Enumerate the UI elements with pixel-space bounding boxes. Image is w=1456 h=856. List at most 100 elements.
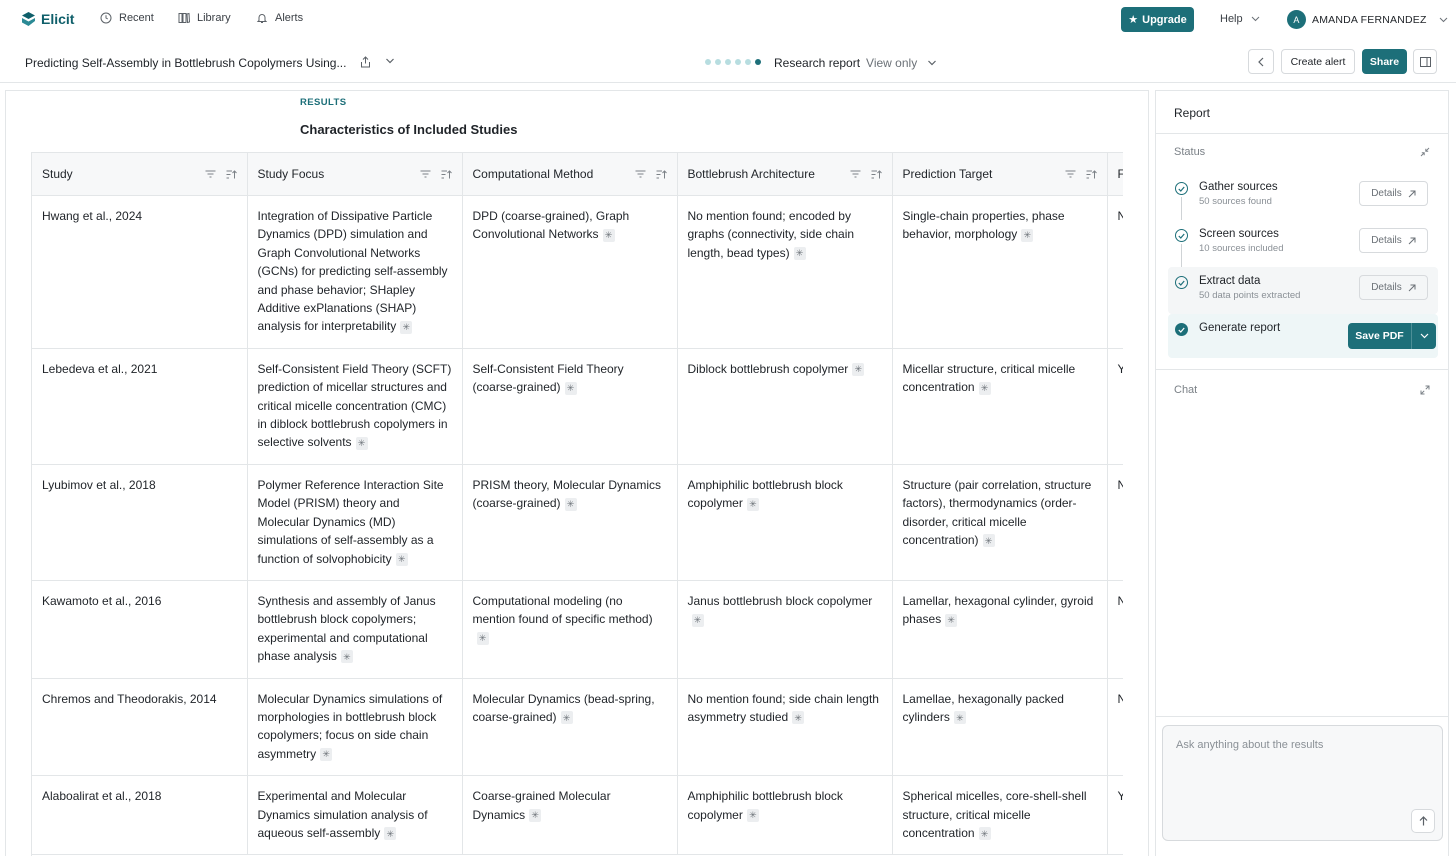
column-header-study[interactable]: Study	[32, 152, 248, 196]
details-button[interactable]: Details	[1359, 275, 1428, 300]
help-menu[interactable]: Help	[1220, 13, 1260, 25]
table-row[interactable]: Hwang et al., 2024 Integration of Dissip…	[32, 195, 1124, 349]
citation-icon[interactable]: ✳	[978, 381, 991, 395]
citation-icon[interactable]: ✳	[355, 436, 368, 450]
export-icon[interactable]	[360, 56, 371, 68]
citation-icon[interactable]: ✳	[746, 497, 759, 511]
cell-focus: Molecular Dynamics simulations of morpho…	[247, 678, 463, 777]
citation-icon[interactable]: ✳	[320, 748, 333, 762]
cell-study: Chremos and Theodorakis, 2014	[32, 678, 248, 777]
sort-icon[interactable]	[226, 169, 237, 179]
sort-icon[interactable]	[441, 169, 452, 179]
column-header-study-focus[interactable]: Study Focus	[247, 152, 463, 196]
citation-icon[interactable]: ✳	[529, 808, 542, 822]
results-panel: RESULTS Characteristics of Included Stud…	[5, 90, 1149, 856]
divider	[1156, 716, 1448, 717]
citation-icon[interactable]: ✳	[945, 613, 958, 627]
chat-input[interactable]: Ask anything about the results	[1162, 725, 1443, 841]
cell-target: Single-chain properties, phase behavior,…	[892, 195, 1108, 349]
column-header-computational-method[interactable]: Computational Method	[462, 152, 678, 196]
document-toolbar: Predicting Self-Assembly in Bottlebrush …	[0, 42, 1456, 83]
column-label: Prediction Target	[902, 167, 993, 181]
citation-icon[interactable]: ✳	[691, 613, 704, 627]
back-button[interactable]	[1248, 49, 1274, 74]
cell-text: N	[1118, 209, 1124, 223]
cell-architecture: No mention found; encoded by graphs (con…	[677, 195, 893, 349]
sort-icon[interactable]	[1086, 169, 1097, 179]
elicit-logo-icon	[22, 12, 35, 26]
citation-icon[interactable]: ✳	[564, 497, 577, 511]
citation-icon[interactable]: ✳	[602, 228, 615, 242]
send-button[interactable]	[1411, 809, 1435, 833]
upgrade-button[interactable]: ★ Upgrade	[1121, 7, 1194, 32]
sort-icon[interactable]	[871, 169, 882, 179]
citation-icon[interactable]: ✳	[746, 808, 759, 822]
details-button[interactable]: Details	[1359, 181, 1428, 206]
table-header-row: Study Study Focus Computational Method B…	[32, 152, 1123, 196]
create-alert-button[interactable]: Create alert	[1281, 49, 1355, 74]
column-header-prediction-target[interactable]: Prediction Target	[892, 152, 1108, 196]
citation-icon[interactable]: ✳	[384, 827, 397, 841]
report-mode-selector[interactable]: Research report View only	[774, 56, 937, 70]
save-pdf-button[interactable]: Save PDF	[1348, 323, 1436, 349]
filter-icon[interactable]	[1065, 170, 1076, 178]
column-label: Study	[42, 167, 73, 181]
details-label: Details	[1371, 235, 1402, 246]
sort-icon[interactable]	[656, 169, 667, 179]
cell-text: Y	[1118, 789, 1124, 803]
citation-icon[interactable]: ✳	[340, 650, 353, 664]
filter-icon[interactable]	[205, 170, 216, 178]
citation-icon[interactable]: ✳	[476, 632, 489, 646]
cell-architecture: Amphiphilic bottlebrush block copolymer ✳	[677, 464, 893, 581]
citation-icon[interactable]: ✳	[1021, 228, 1034, 242]
filter-icon[interactable]	[635, 170, 646, 178]
cell-text: Self-Consistent Field Theory (SCFT) pred…	[257, 361, 452, 450]
filter-icon[interactable]	[420, 170, 431, 178]
citation-icon[interactable]: ✳	[982, 534, 995, 548]
cell-architecture: No mention found; side chain length asym…	[677, 678, 893, 777]
details-button[interactable]: Details	[1359, 228, 1428, 253]
cell-focus: Self-Consistent Field Theory (SCFT) pred…	[247, 348, 463, 465]
column-header-truncated[interactable]: F	[1107, 152, 1123, 196]
nav-recent[interactable]: Recent	[100, 12, 154, 24]
citation-icon[interactable]: ✳	[792, 711, 805, 725]
citation-icon[interactable]: ✳	[560, 711, 573, 725]
citation-icon[interactable]: ✳	[564, 381, 577, 395]
citation-icon[interactable]: ✳	[852, 363, 865, 377]
user-menu[interactable]: A AMANDA FERNANDEZ	[1287, 10, 1448, 29]
cell-text: Lamellae, hexagonally packed cylinders	[902, 691, 1064, 724]
cell-focus: Polymer Reference Interaction Site Model…	[247, 464, 463, 581]
studies-table-container[interactable]: Study Study Focus Computational Method B…	[31, 152, 1123, 856]
chevron-down-icon[interactable]	[385, 56, 395, 66]
elicit-logo[interactable]: Elicit	[22, 11, 74, 27]
expand-icon[interactable]	[1420, 385, 1430, 395]
collapse-icon[interactable]	[1420, 147, 1430, 157]
cell-text: Molecular Dynamics simulations of morpho…	[257, 691, 443, 761]
citation-icon[interactable]: ✳	[395, 552, 408, 566]
table-row[interactable]: Alaboalirat et al., 2018 Experimental an…	[32, 775, 1124, 856]
cell-text: Diblock bottlebrush copolymer	[687, 361, 849, 376]
cell-focus: Synthesis and assembly of Janus bottlebr…	[247, 580, 463, 679]
table-row[interactable]: Kawamoto et al., 2016 Synthesis and asse…	[32, 580, 1123, 679]
nav-alerts[interactable]: Alerts	[256, 12, 303, 24]
share-button[interactable]: Share	[1362, 49, 1407, 74]
progress-dot	[705, 59, 711, 65]
cell-focus: Integration of Dissipative Particle Dyna…	[247, 195, 463, 349]
table-row[interactable]: Chremos and Theodorakis, 2014 Molecular …	[32, 678, 1123, 777]
citation-icon[interactable]: ✳	[978, 827, 991, 841]
cell-method: PRISM theory, Molecular Dynamics (coarse…	[462, 464, 678, 581]
document-title[interactable]: Predicting Self-Assembly in Bottlebrush …	[25, 56, 346, 70]
table-row[interactable]: Lyubimov et al., 2018 Polymer Reference …	[32, 464, 1123, 581]
table-row[interactable]: Lebedeva et al., 2021 Self-Consistent Fi…	[32, 348, 1123, 465]
cell-text: Structure (pair correlation, structure f…	[902, 477, 1092, 548]
column-header-bottlebrush-architecture[interactable]: Bottlebrush Architecture	[677, 152, 893, 196]
nav-library[interactable]: Library	[178, 12, 231, 24]
citation-icon[interactable]: ✳	[793, 247, 806, 261]
citation-icon[interactable]: ✳	[400, 320, 413, 334]
filter-icon[interactable]	[850, 170, 861, 178]
toggle-panel-button[interactable]	[1413, 49, 1437, 74]
library-icon	[178, 12, 190, 24]
cell-text: No mention found; encoded by graphs (con…	[687, 209, 855, 260]
citation-icon[interactable]: ✳	[953, 711, 966, 725]
save-options-dropdown[interactable]	[1411, 323, 1436, 349]
